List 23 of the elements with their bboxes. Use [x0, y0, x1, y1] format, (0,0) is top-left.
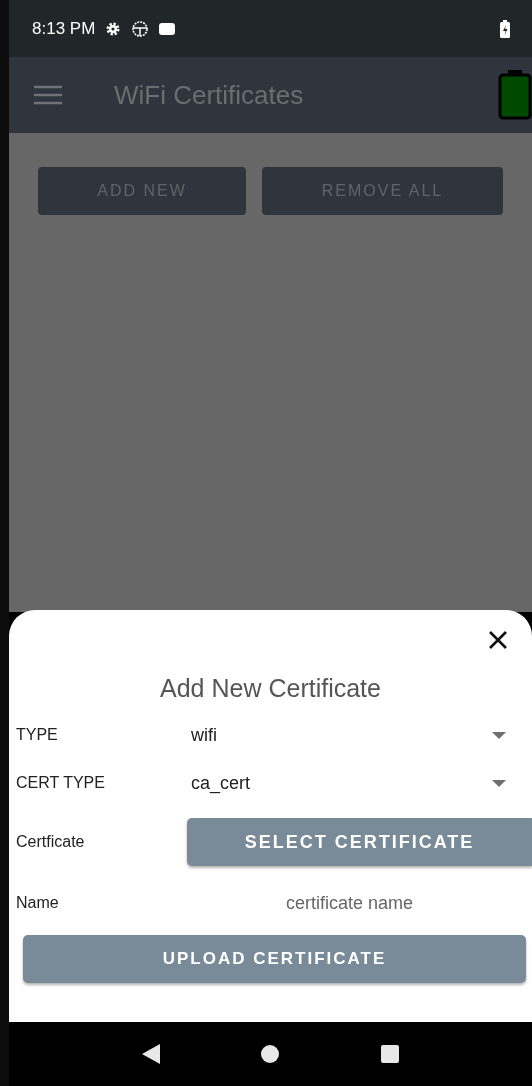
message-icon: [159, 22, 176, 35]
field-label: Certficate: [16, 833, 86, 851]
upload-button[interactable]: UPLOAD CERTIFICATE: [23, 935, 526, 983]
dropdown[interactable]: wifi: [187, 711, 532, 759]
close-icon[interactable]: [488, 630, 508, 650]
home-icon[interactable]: [259, 1044, 280, 1064]
battery-charging-icon: [500, 19, 510, 38]
sheet-title: Add New Certificate: [159, 674, 382, 703]
menu-icon[interactable]: [34, 85, 62, 105]
dropdown[interactable]: ca_cert: [187, 759, 532, 807]
dropdown-arrow-icon: [492, 779, 506, 787]
recents-icon[interactable]: [379, 1044, 400, 1064]
gear-outline-icon: [131, 19, 150, 38]
battery-icon: [498, 70, 532, 120]
dropdown-arrow-icon: [492, 731, 506, 739]
field-label: TYPE: [16, 726, 59, 744]
select-certificate-button[interactable]: SELECT CERTIFICATE: [187, 818, 532, 866]
gear-icon: [105, 20, 122, 37]
field-label: CERT TYPE: [16, 774, 106, 792]
field-label: Name: [16, 894, 60, 912]
app-title: WiFi Certificates: [114, 79, 304, 111]
status-time: 8:13 PM: [32, 18, 96, 39]
back-icon[interactable]: [141, 1044, 160, 1064]
